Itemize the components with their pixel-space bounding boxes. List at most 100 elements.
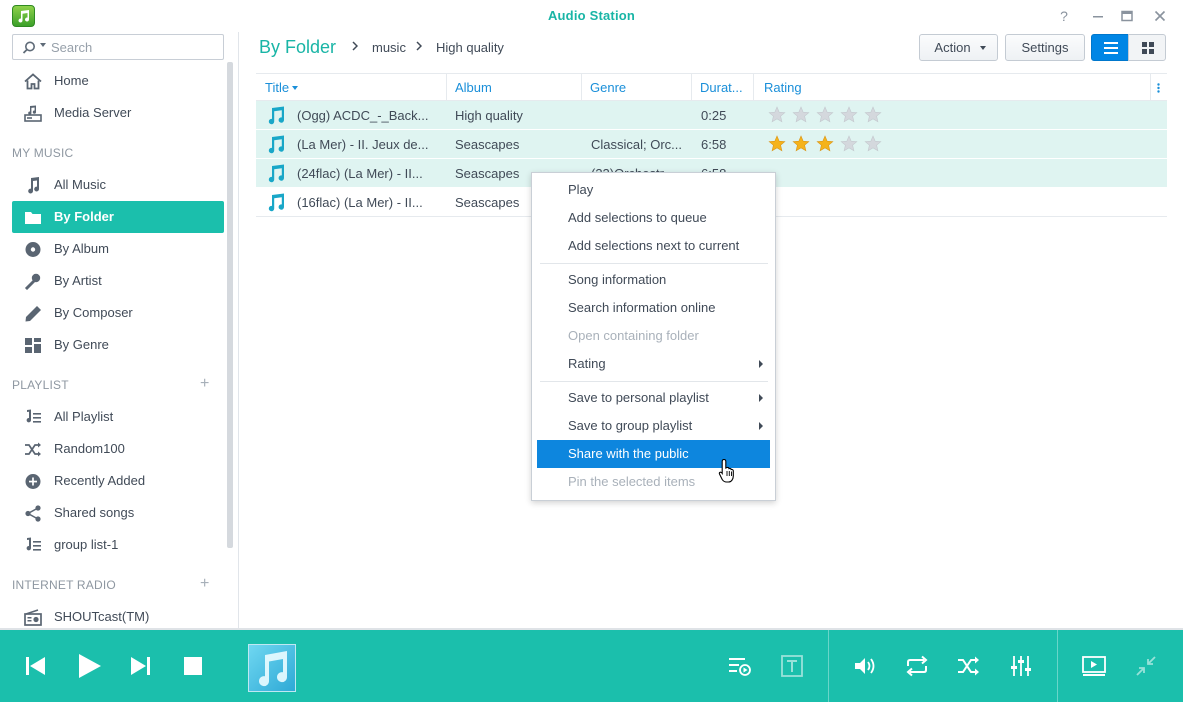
search-input[interactable] (51, 38, 221, 56)
sidebar-item-shoutcast[interactable]: SHOUTcast(TM) (12, 601, 224, 628)
chevron-down-icon (980, 46, 986, 50)
add-playlist-button[interactable]: + (200, 375, 209, 393)
share-icon (25, 505, 41, 522)
sidebar-item-label: Home (54, 73, 89, 88)
menu-item-save-personal-playlist[interactable]: Save to personal playlist (537, 384, 770, 412)
search-options-chevron-icon[interactable] (40, 43, 46, 47)
star-empty-icon[interactable] (840, 106, 858, 123)
minimize-icon[interactable] (1088, 6, 1108, 26)
star-filled-icon[interactable] (792, 135, 810, 152)
column-title-label: Title (265, 80, 290, 95)
mini-player-icon[interactable] (1133, 653, 1159, 679)
stop-icon[interactable] (180, 653, 206, 679)
album-art[interactable] (248, 644, 296, 692)
sidebar-item-all-playlist[interactable]: All Playlist (12, 401, 224, 433)
column-header-rating[interactable]: Rating (764, 80, 802, 95)
rating-stars[interactable] (768, 106, 888, 124)
sidebar-item-by-folder[interactable]: By Folder (12, 201, 224, 233)
column-header-title[interactable]: Title (265, 80, 299, 95)
grid-view-icon (1142, 42, 1154, 54)
sidebar-item-shared-songs[interactable]: Shared songs (12, 497, 224, 529)
column-header-genre[interactable]: Genre (590, 80, 626, 95)
volume-icon[interactable] (852, 653, 878, 679)
table-row[interactable]: (Ogg) ACDC_-_Back... High quality 0:25 (256, 101, 1167, 130)
sidebar-item-by-composer[interactable]: By Composer (12, 297, 224, 329)
star-empty-icon[interactable] (864, 106, 882, 123)
menu-item-rating[interactable]: Rating (537, 350, 770, 378)
player-mode-icon[interactable] (1081, 653, 1107, 679)
music-file-icon (268, 135, 285, 154)
add-radio-button[interactable]: + (200, 575, 209, 593)
sidebar-item-label: Media Server (54, 105, 132, 120)
title-bar: Audio Station ? (0, 0, 1183, 32)
list-view-icon (1104, 42, 1118, 54)
search-box[interactable] (12, 34, 224, 60)
menu-item-add-to-queue[interactable]: Add selections to queue (537, 204, 770, 232)
sidebar-scrollbar[interactable] (227, 62, 233, 548)
maximize-icon[interactable] (1117, 6, 1137, 26)
star-empty-icon[interactable] (864, 135, 882, 152)
submenu-arrow-icon (759, 360, 763, 368)
sidebar-item-recently-added[interactable]: Recently Added (12, 465, 224, 497)
lyrics-icon[interactable] (779, 653, 805, 679)
sidebar-item-label: By Composer (54, 305, 133, 320)
help-icon[interactable]: ? (1054, 6, 1074, 26)
menu-item-song-information[interactable]: Song information (537, 266, 770, 294)
sidebar-item-label: By Album (54, 241, 109, 256)
table-row[interactable]: (La Mer) - II. Jeux de... Seascapes Classi… (256, 130, 1167, 159)
table-header: Title Album Genre Durat... Rating (256, 73, 1167, 101)
breadcrumb-item[interactable]: High quality (436, 40, 504, 55)
menu-item-label: Search information online (568, 300, 716, 315)
sidebar-item-by-artist[interactable]: By Artist (12, 265, 224, 297)
equalizer-icon[interactable] (1008, 653, 1034, 679)
sidebar-item-all-music[interactable]: All Music (12, 169, 224, 201)
cell-title: (16flac) (La Mer) - II... (297, 195, 423, 210)
menu-item-add-next[interactable]: Add selections next to current (537, 232, 770, 260)
breadcrumb-item[interactable]: music (372, 40, 406, 55)
microphone-icon (24, 273, 41, 290)
sidebar-item-by-genre[interactable]: By Genre (12, 329, 224, 361)
menu-separator (540, 381, 768, 382)
add-circle-icon (25, 474, 41, 489)
next-track-icon[interactable] (127, 653, 153, 679)
star-empty-icon[interactable] (792, 106, 810, 123)
rating-stars[interactable] (768, 135, 888, 153)
folder-icon (25, 212, 41, 224)
star-filled-icon[interactable] (816, 135, 834, 152)
repeat-icon[interactable] (904, 653, 930, 679)
sidebar-item-by-album[interactable]: By Album (12, 233, 224, 265)
sidebar-item-media-server[interactable]: Media Server (12, 97, 224, 129)
star-empty-icon[interactable] (768, 106, 786, 123)
context-menu: Play Add selections to queue Add selecti… (531, 172, 776, 501)
cell-duration: 0:25 (701, 108, 727, 123)
shuffle-icon[interactable] (956, 653, 982, 679)
search-icon[interactable] (22, 41, 36, 55)
star-filled-icon[interactable] (768, 135, 786, 152)
close-icon[interactable] (1150, 6, 1170, 26)
sidebar-item-label: All Music (54, 177, 107, 192)
previous-track-icon[interactable] (23, 653, 49, 679)
menu-item-play[interactable]: Play (537, 176, 770, 204)
music-file-icon (268, 193, 285, 212)
star-empty-icon[interactable] (840, 135, 858, 152)
action-button[interactable]: Action (919, 34, 998, 61)
menu-item-save-group-playlist[interactable]: Save to group playlist (537, 412, 770, 440)
column-header-duration[interactable]: Durat... (700, 80, 743, 95)
column-options-icon[interactable] (1157, 83, 1160, 93)
sidebar-item-home[interactable]: Home (12, 65, 224, 97)
breadcrumb-root[interactable]: By Folder (259, 37, 336, 58)
queue-icon[interactable] (727, 653, 753, 679)
menu-item-label: Add selections to queue (568, 210, 707, 225)
menu-item-search-online[interactable]: Search information online (537, 294, 770, 322)
sidebar-item-group-list-1[interactable]: group list-1 (12, 529, 224, 561)
sidebar-item-random100[interactable]: Random100 (12, 433, 224, 465)
menu-item-label: Save to group playlist (568, 418, 693, 433)
settings-button[interactable]: Settings (1005, 34, 1085, 61)
menu-item-open-folder: Open containing folder (537, 322, 770, 350)
list-view-button[interactable] (1091, 34, 1129, 61)
play-icon[interactable] (76, 653, 102, 679)
grid-view-button[interactable] (1128, 34, 1166, 61)
star-empty-icon[interactable] (816, 106, 834, 123)
column-header-album[interactable]: Album (455, 80, 492, 95)
section-header-playlist: PLAYLIST (12, 378, 69, 392)
